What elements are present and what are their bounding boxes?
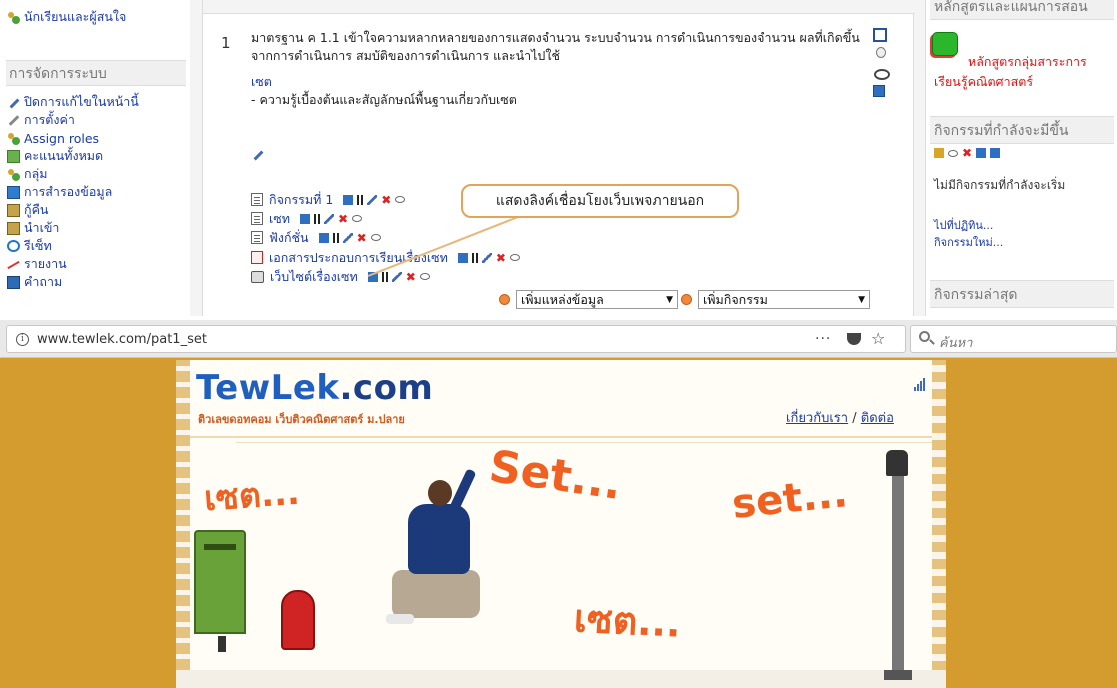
save-icon: [7, 185, 20, 199]
recent-activity-header: กิจกรรมล่าสุด: [930, 280, 1114, 308]
admin-item-questions[interactable]: คำถาม: [7, 273, 62, 291]
banner-word-3: set...: [729, 470, 850, 528]
curriculum-block-header: หลักสูตรและแผนการสอน: [930, 0, 1114, 20]
page-actions-menu-icon[interactable]: ···: [815, 331, 831, 347]
admin-item-reports[interactable]: รายงาน: [7, 255, 67, 273]
group-icon: [7, 168, 20, 181]
reset-icon: [7, 240, 20, 252]
admin-item-import[interactable]: นำเข้า: [7, 219, 59, 237]
banner-floor: [176, 670, 946, 688]
annotation-callout: แสดงลิงค์เชื่อมโยงเว็บเพจภายนอก: [461, 184, 739, 218]
add-activity-select[interactable]: เพิ่มกิจกรรม ▼: [698, 290, 870, 309]
no-upcoming-text: ไม่มีกิจกรรมที่กำลังจะเริ่ม: [934, 178, 1066, 192]
contact-link[interactable]: ติดต่อ: [861, 411, 894, 426]
help-icon[interactable]: [499, 294, 510, 305]
search-placeholder: ค้นหา: [939, 336, 973, 351]
pocket-icon[interactable]: [847, 333, 861, 345]
move-left-icon[interactable]: [976, 148, 987, 158]
right-column: หลักสูตรและแผนการสอน หลักสูตรกลุ่มสาระกา…: [925, 0, 1117, 316]
address-bar[interactable]: i www.tewlek.com/pat1_set ··· ☆: [6, 325, 906, 353]
move-down-icon[interactable]: [990, 148, 1001, 158]
admin-item-groups[interactable]: กลุ่ม: [7, 165, 47, 183]
banner-illustration: เซต... Set... set... เซต...: [176, 441, 946, 688]
page-paper: TewLek.com ติวเลขดอทคอม เว็บติวคณิตศาสตร…: [176, 360, 946, 688]
questions-icon: [7, 275, 20, 289]
search-input[interactable]: ค้นหา: [910, 325, 1117, 353]
chevron-down-icon: ▼: [666, 294, 673, 305]
import-icon: [7, 221, 20, 235]
assign-roles-icon[interactable]: [934, 148, 944, 158]
curriculum-icon: [932, 32, 958, 56]
url-text: www.tewlek.com/pat1_set: [37, 332, 207, 347]
delete-x-icon[interactable]: ✖: [962, 147, 972, 159]
hide-eye-icon[interactable]: [948, 149, 958, 157]
wrench-icon: [7, 114, 20, 127]
participants-icon: [7, 11, 20, 24]
admin-item-settings[interactable]: การตั้งค่า: [7, 111, 75, 129]
add-resource-select[interactable]: เพิ่มแหล่งข้อมูล ▼: [516, 290, 678, 309]
course-topic-section: 1 มาตรฐาน ค 1.1 เข้าใจความหลากหลายของการ…: [202, 0, 915, 316]
add-resource-group: เพิ่มแหล่งข้อมูล ▼: [499, 290, 678, 309]
go-to-calendar-link[interactable]: ไปที่ปฏิทิน...: [934, 216, 993, 234]
admin-item-restore[interactable]: กู้คืน: [7, 201, 48, 219]
admin-item-grades[interactable]: คะแนนทั้งหมด: [7, 147, 103, 165]
curriculum-link-2[interactable]: เรียนรู้คณิตศาสตร์: [934, 72, 1033, 92]
moodle-course-page: นักเรียนและผู้สนใจ การจัดการระบบ ปิดการแ…: [0, 0, 1117, 316]
curriculum-link[interactable]: หลักสูตรกลุ่มสาระการ: [968, 52, 1087, 72]
left-column: นักเรียนและผู้สนใจ การจัดการระบบ ปิดการแ…: [0, 0, 190, 316]
participants-link[interactable]: นักเรียนและผู้สนใจ: [7, 8, 126, 26]
fire-hydrant-illustration: [281, 590, 315, 650]
tewlek-webpage: TewLek.com ติวเลขดอทคอม เว็บติวคณิตศาสตร…: [0, 358, 1117, 688]
admin-item-assign-roles[interactable]: Assign roles: [7, 129, 99, 147]
report-icon: [7, 258, 20, 271]
admin-item-reset[interactable]: รีเซ็ท: [7, 237, 52, 255]
site-tagline: ติวเลขดอทคอม เว็บติวคณิตศาสตร์ ม.ปลาย: [198, 413, 405, 426]
mailbox-illustration: [194, 530, 246, 652]
signal-bars-icon: [914, 378, 925, 391]
man-writing-illustration: [386, 468, 486, 660]
street-lamp-illustration: [884, 450, 912, 680]
header-rule: [190, 436, 932, 438]
info-icon[interactable]: i: [16, 333, 29, 346]
callout-pointer: [367, 214, 524, 277]
banner-word-1: เซต...: [202, 472, 301, 520]
banner-word-2: Set...: [486, 441, 625, 510]
add-activity-group: เพิ่มกิจกรรม ▼: [681, 290, 870, 309]
search-icon: [919, 331, 930, 342]
upcoming-controls: ✖: [934, 147, 1001, 161]
bookmark-star-icon[interactable]: ☆: [871, 329, 885, 348]
top-links: เกี่ยวกับเรา / ติดต่อ: [786, 407, 894, 428]
browser-toolbar: i www.tewlek.com/pat1_set ··· ☆ ค้นหา: [0, 320, 1117, 358]
upcoming-events-header: กิจกรรมที่กำลังจะมีขึ้น: [930, 116, 1114, 144]
administration-header: การจัดการระบบ: [6, 60, 186, 86]
chevron-down-icon: ▼: [858, 294, 865, 305]
admin-item-backup[interactable]: การสำรองข้อมูล: [7, 183, 112, 201]
new-event-link[interactable]: กิจกรรมใหม่...: [934, 233, 1003, 251]
header-rule-2: [236, 442, 932, 443]
browser-window: i www.tewlek.com/pat1_set ··· ☆ ค้นหา Te…: [0, 320, 1117, 688]
link-separator: /: [852, 411, 857, 426]
grades-icon: [7, 149, 20, 163]
banner-word-4: เซต...: [572, 596, 682, 646]
help-icon[interactable]: [681, 294, 692, 305]
admin-item-turn-editing-off[interactable]: ปิดการแก้ไขในหน้านี้: [7, 93, 139, 111]
about-link[interactable]: เกี่ยวกับเรา: [786, 411, 848, 426]
site-logo[interactable]: TewLek.com: [196, 368, 433, 408]
people-icon: [7, 132, 20, 145]
restore-icon: [7, 203, 20, 217]
pencil-icon: [7, 96, 20, 109]
